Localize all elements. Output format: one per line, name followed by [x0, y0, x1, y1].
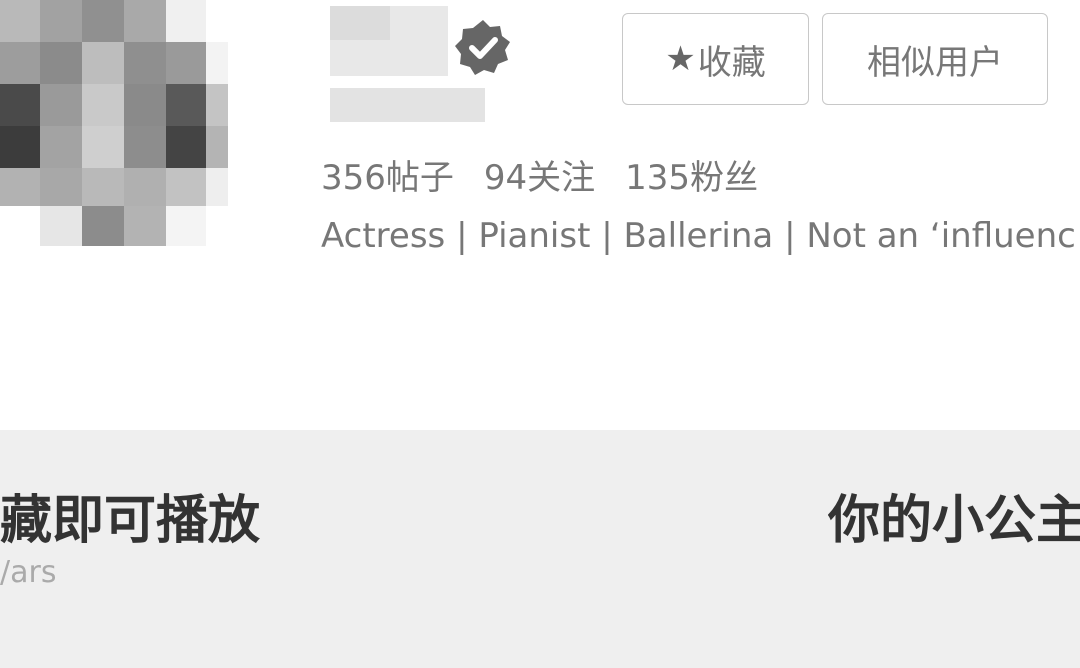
profile-header: ★ 收藏 相似用户 356帖子 94关注 135粉丝 Actress | Pia… — [0, 0, 1080, 430]
favorite-button-label: 收藏 — [697, 42, 766, 83]
card-title[interactable]: 藏即可播放 — [0, 478, 260, 553]
avatar[interactable] — [0, 0, 230, 250]
profile-bio: Actress | Pianist | Ballerina | Not an ‘… — [321, 216, 1076, 256]
profile-stats: 356帖子 94关注 135粉丝 — [321, 150, 788, 204]
card-title[interactable]: 你的小公主 — [828, 478, 1080, 553]
followers-stat[interactable]: 135粉丝 — [625, 150, 758, 204]
verified-badge-icon — [453, 18, 513, 78]
handle-censored — [330, 88, 485, 122]
similar-users-label: 相似用户 — [867, 42, 1003, 83]
username-censored — [330, 6, 448, 76]
posts-stat[interactable]: 356帖子 — [321, 150, 454, 204]
similar-users-button[interactable]: 相似用户 — [822, 13, 1048, 105]
following-stat[interactable]: 94关注 — [484, 150, 595, 204]
favorite-button[interactable]: ★ 收藏 — [622, 13, 809, 105]
card-subtitle: /ars — [0, 555, 57, 590]
star-icon: ★ — [665, 39, 696, 79]
